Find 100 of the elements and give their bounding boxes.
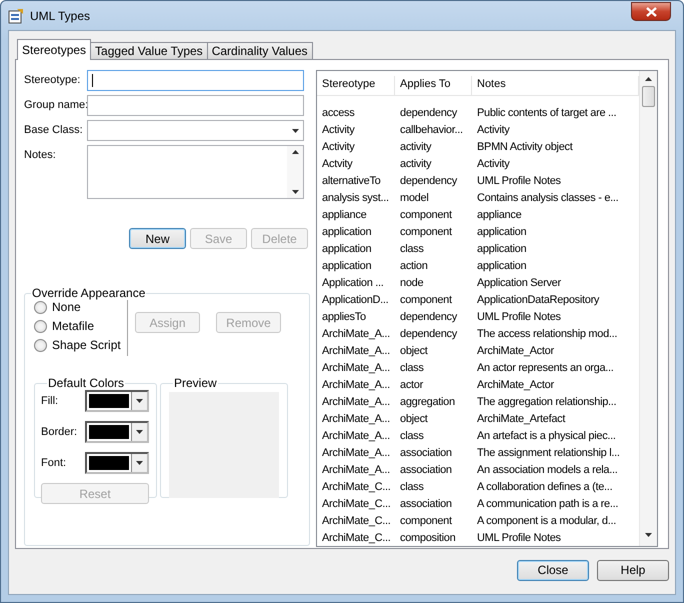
color-label: Border:	[41, 426, 78, 438]
table-cell-text: activity	[399, 140, 432, 152]
input-field[interactable]	[87, 95, 304, 116]
window-title: UML Types	[30, 8, 90, 22]
field-label: Group name:	[24, 98, 87, 111]
radio-button[interactable]	[34, 338, 47, 352]
field-label: Base Class:	[24, 123, 84, 136]
table-cell-text: callbehavior...	[399, 124, 464, 136]
color-label: Font:	[41, 457, 66, 469]
table-cell-text: dependency	[399, 174, 458, 186]
table-cell-text: dependency	[399, 310, 458, 322]
dialog-button[interactable]: Close	[517, 560, 589, 580]
input-field[interactable]	[87, 70, 304, 91]
table-cell-text: ApplicationDataRepository	[476, 294, 600, 306]
table-cell-text: analysis syst...	[321, 192, 390, 204]
table-cell-text: association	[399, 446, 453, 458]
scroll-down-icon[interactable]	[292, 190, 298, 194]
tab[interactable]: Stereotypes	[17, 39, 92, 60]
table-cell-text: ArchiMate_C...	[321, 480, 392, 492]
tab[interactable]: Cardinality Values	[206, 42, 313, 60]
color-picker[interactable]	[85, 421, 149, 443]
tab[interactable]: Tagged Value Types	[90, 42, 208, 60]
table-cell-text: The access relationship mod...	[476, 328, 618, 340]
form-button[interactable]: New	[129, 228, 186, 249]
table-cell-text: object	[399, 344, 429, 356]
table-cell-text: dependency	[399, 106, 458, 118]
table-cell-text: application	[321, 242, 372, 254]
table-cell-text: component	[399, 294, 453, 306]
table-cell-text: ArchiMate_Artefact	[476, 412, 566, 424]
table-cell-text: association	[399, 498, 453, 510]
table-cell-text: ArchiMate_A...	[321, 412, 391, 424]
table-cell-text: ArchiMate_A...	[321, 378, 391, 390]
table-cell-text: alternativeTo	[321, 174, 382, 186]
table-cell-text: BPMN Activity object	[476, 140, 574, 152]
table-cell-text: class	[399, 362, 425, 374]
column-header[interactable]: Stereotype	[317, 76, 395, 95]
table-cell-text: access	[321, 106, 356, 118]
table-cell-text: An association models a rela...	[476, 464, 619, 476]
table-cell-text: ArchiMate_A...	[321, 446, 391, 458]
table-cell-text: appliance	[476, 208, 522, 220]
table-cell-text: model	[399, 192, 430, 204]
scrollbar[interactable]	[639, 71, 657, 546]
dropdown-field[interactable]	[87, 120, 304, 141]
group-title: Default Colors	[47, 376, 126, 390]
table-cell-text: application	[476, 260, 528, 272]
radio-button[interactable]	[34, 300, 47, 314]
table-cell-text: Contains analysis classes - e...	[476, 192, 620, 204]
table-cell-text: ArchiMate_A...	[321, 344, 391, 356]
table-cell-text: ApplicationD...	[321, 294, 390, 306]
table-cell-text: dependency	[399, 328, 458, 340]
dropdown-arrow-icon[interactable]	[136, 399, 143, 403]
close-button[interactable]	[631, 2, 671, 21]
table-cell-text: An actor represents an orga...	[476, 362, 615, 374]
dropdown-arrow-icon[interactable]	[136, 461, 143, 465]
table-cell-text: ArchiMate_C...	[321, 514, 392, 526]
table-cell-text: A collaboration defines a (te...	[476, 480, 614, 492]
table-cell-text: UML Profile Notes	[476, 174, 562, 186]
scroll-down-icon[interactable]	[645, 533, 652, 537]
table-cell-text: class	[399, 480, 425, 492]
dropdown-arrow-icon[interactable]	[136, 430, 143, 434]
notes-field[interactable]	[87, 145, 304, 199]
table-cell-text: ArchiMate_C...	[321, 532, 392, 544]
color-picker[interactable]	[85, 452, 149, 474]
radio-label: None	[52, 300, 81, 314]
scroll-thumb[interactable]	[642, 86, 655, 107]
table-cell-text: application	[321, 226, 372, 238]
table-cell-text: composition	[399, 532, 456, 544]
table-cell-text: Actvity	[321, 158, 354, 170]
color-label: Fill:	[41, 395, 58, 407]
table-cell-text: The aggregation relationship...	[476, 396, 618, 408]
table-cell-text: UML Profile Notes	[476, 532, 562, 544]
group-title: Override Appearance	[31, 286, 146, 300]
table-cell-text: ArchiMate_A...	[321, 464, 391, 476]
column-header[interactable]: Applies To	[395, 76, 472, 95]
table-cell-text: A component is a modular, d...	[476, 514, 617, 526]
table-cell-text: appliesTo	[321, 310, 367, 322]
table-cell-text: application	[321, 260, 372, 272]
color-picker[interactable]	[85, 390, 149, 412]
scroll-up-icon[interactable]	[292, 150, 298, 154]
table-cell-text: component	[399, 226, 453, 238]
table-cell-text: appliance	[321, 208, 368, 220]
field-label: Stereotype:	[24, 73, 82, 86]
field-label: Notes:	[24, 148, 57, 161]
table-cell-text: ArchiMate_A...	[321, 362, 391, 374]
table-cell-text: Public contents of target are ...	[476, 106, 618, 118]
dropdown-arrow-icon[interactable]	[292, 128, 299, 132]
scroll-up-icon[interactable]	[645, 77, 652, 81]
table-cell-text: The assignment relationship l...	[476, 446, 621, 458]
dialog-button[interactable]: Help	[597, 560, 669, 580]
table-cell-text: aggregation	[399, 396, 456, 408]
table-cell-text: ArchiMate_Actor	[476, 344, 555, 356]
table-cell-text: component	[399, 514, 453, 526]
table-cell-text: action	[399, 260, 429, 272]
table-cell-text: An artefact is a physical piec...	[476, 430, 617, 442]
table-cell-text: A communication path is a re...	[476, 498, 620, 510]
group-title: Preview	[173, 376, 218, 390]
app-icon	[8, 8, 24, 24]
stereotype-list[interactable]	[316, 70, 658, 547]
table-cell-text: Application ...	[321, 276, 385, 288]
radio-button[interactable]	[34, 320, 47, 332]
